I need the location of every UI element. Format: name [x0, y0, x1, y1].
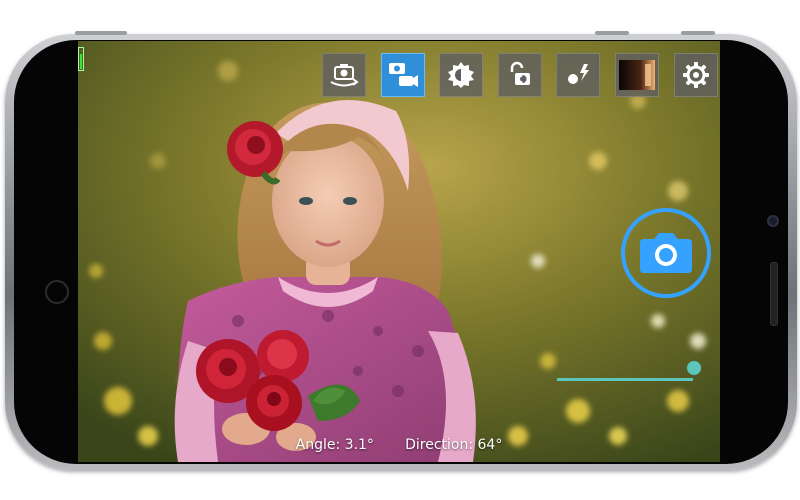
- camera-viewfinder[interactable]: Angle: 3.1° Direction: 64°: [78, 41, 720, 462]
- exposure-button[interactable]: [439, 53, 483, 97]
- battery-indicator: [78, 47, 84, 71]
- gallery-thumbnail-button[interactable]: [615, 53, 659, 97]
- camera-icon: [640, 233, 692, 273]
- switch-camera-icon: [330, 64, 359, 87]
- battery-level-fill: [80, 54, 82, 69]
- power-button: [75, 31, 127, 35]
- zoom-slider-handle[interactable]: [687, 361, 701, 375]
- settings-button[interactable]: [674, 53, 718, 97]
- orientation-readout: Angle: 3.1° Direction: 64°: [78, 437, 720, 453]
- angle-readout: Angle: 3.1°: [295, 437, 374, 453]
- photo-video-mode-button[interactable]: [381, 53, 425, 97]
- exposure-icon: [448, 62, 474, 88]
- exposure-lock-button[interactable]: [498, 53, 542, 97]
- front-camera: [767, 215, 779, 227]
- home-button: [45, 280, 69, 304]
- direction-readout: Direction: 64°: [405, 437, 503, 453]
- switch-camera-button[interactable]: [322, 53, 366, 97]
- gallery-thumbnail-icon: [619, 60, 655, 90]
- flash-icon: [568, 64, 589, 84]
- flash-button[interactable]: [556, 53, 600, 97]
- exposure-lock-icon: [510, 61, 530, 85]
- speaker-grille: [770, 262, 778, 326]
- volume-button: [681, 31, 715, 35]
- volume-button: [595, 31, 629, 35]
- shutter-button[interactable]: [621, 208, 711, 298]
- photo-video-mode-icon: [389, 63, 418, 87]
- zoom-slider-track[interactable]: [557, 378, 693, 381]
- settings-icon: [683, 62, 709, 88]
